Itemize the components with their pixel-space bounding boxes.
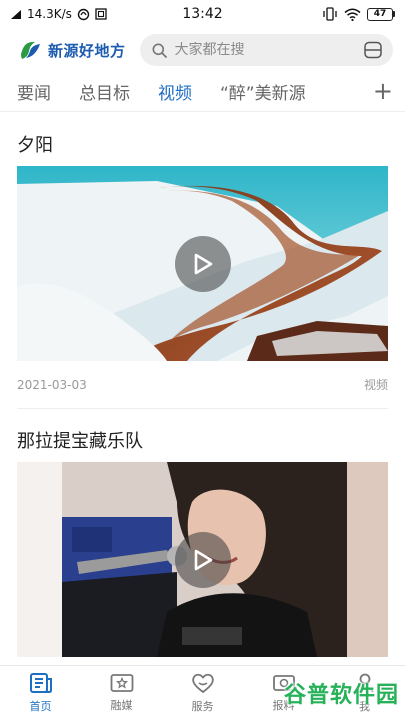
video-card[interactable]: 夕阳 2021-03-03 视频 bbox=[0, 113, 405, 409]
brand-logo-icon bbox=[21, 41, 40, 59]
nav-label: 首页 bbox=[29, 700, 52, 713]
video-meta: 2021-03-03 视频 bbox=[17, 361, 388, 409]
nav-label: 服务 bbox=[191, 700, 214, 713]
nav-media[interactable]: 融媒 bbox=[81, 666, 162, 720]
play-icon bbox=[194, 253, 212, 274]
status-right: 47 bbox=[322, 7, 395, 21]
app-notice-icon bbox=[95, 8, 107, 20]
nav-service[interactable]: 服务 bbox=[162, 666, 243, 720]
tab-video[interactable]: 视频 bbox=[158, 79, 192, 104]
brand-name: 新源好地方 bbox=[48, 41, 126, 60]
media-star-icon bbox=[110, 674, 133, 692]
video-thumbnail[interactable] bbox=[17, 166, 388, 361]
tab-beautiful-xinyuan[interactable]: “醉”美新源 bbox=[220, 79, 306, 104]
publish-date: 2021-03-03 bbox=[17, 377, 87, 392]
tab-news[interactable]: 要闻 bbox=[17, 79, 51, 104]
category-tabs: 要闻 总目标 视频 “醉”美新源 + bbox=[0, 72, 405, 112]
search-box[interactable] bbox=[139, 34, 393, 66]
search-input[interactable] bbox=[174, 42, 355, 58]
video-thumbnail[interactable] bbox=[17, 462, 388, 657]
network-speed: 14.3K/s bbox=[27, 7, 72, 21]
battery-level: 47 bbox=[367, 7, 393, 21]
scan-icon[interactable] bbox=[363, 40, 383, 60]
site-watermark: 谷普软件园 bbox=[284, 674, 399, 712]
vibrate-icon bbox=[323, 7, 337, 21]
add-tab-button[interactable]: + bbox=[373, 78, 393, 104]
video-feed: 夕阳 2021-03-03 视频 那拉提宝藏乐队 bbox=[0, 113, 405, 665]
status-left: 14.3K/s bbox=[10, 7, 107, 21]
play-button[interactable] bbox=[174, 235, 231, 292]
home-doc-icon bbox=[29, 673, 52, 693]
nav-home[interactable]: 首页 bbox=[0, 666, 81, 720]
nav-label: 融媒 bbox=[110, 699, 133, 712]
status-bar: 14.3K/s 13:42 47 bbox=[0, 0, 405, 28]
wifi-icon bbox=[344, 8, 361, 21]
video-title[interactable]: 那拉提宝藏乐队 bbox=[17, 409, 388, 462]
category-label: 视频 bbox=[363, 378, 388, 392]
watermark-text: 谷普软件园 bbox=[283, 683, 399, 708]
play-button[interactable] bbox=[174, 531, 231, 588]
play-icon bbox=[194, 549, 212, 570]
notification-icon bbox=[77, 8, 90, 20]
app-header: 新源好地方 bbox=[0, 28, 405, 72]
tab-goals[interactable]: 总目标 bbox=[79, 79, 130, 104]
video-card[interactable]: 那拉提宝藏乐队 bbox=[0, 409, 405, 657]
signal-icon bbox=[11, 9, 21, 19]
service-heart-icon bbox=[191, 673, 214, 694]
search-icon bbox=[152, 43, 167, 58]
battery-icon: 47 bbox=[367, 7, 395, 21]
brand[interactable]: 新源好地方 bbox=[18, 37, 126, 63]
video-title[interactable]: 夕阳 bbox=[17, 113, 388, 166]
